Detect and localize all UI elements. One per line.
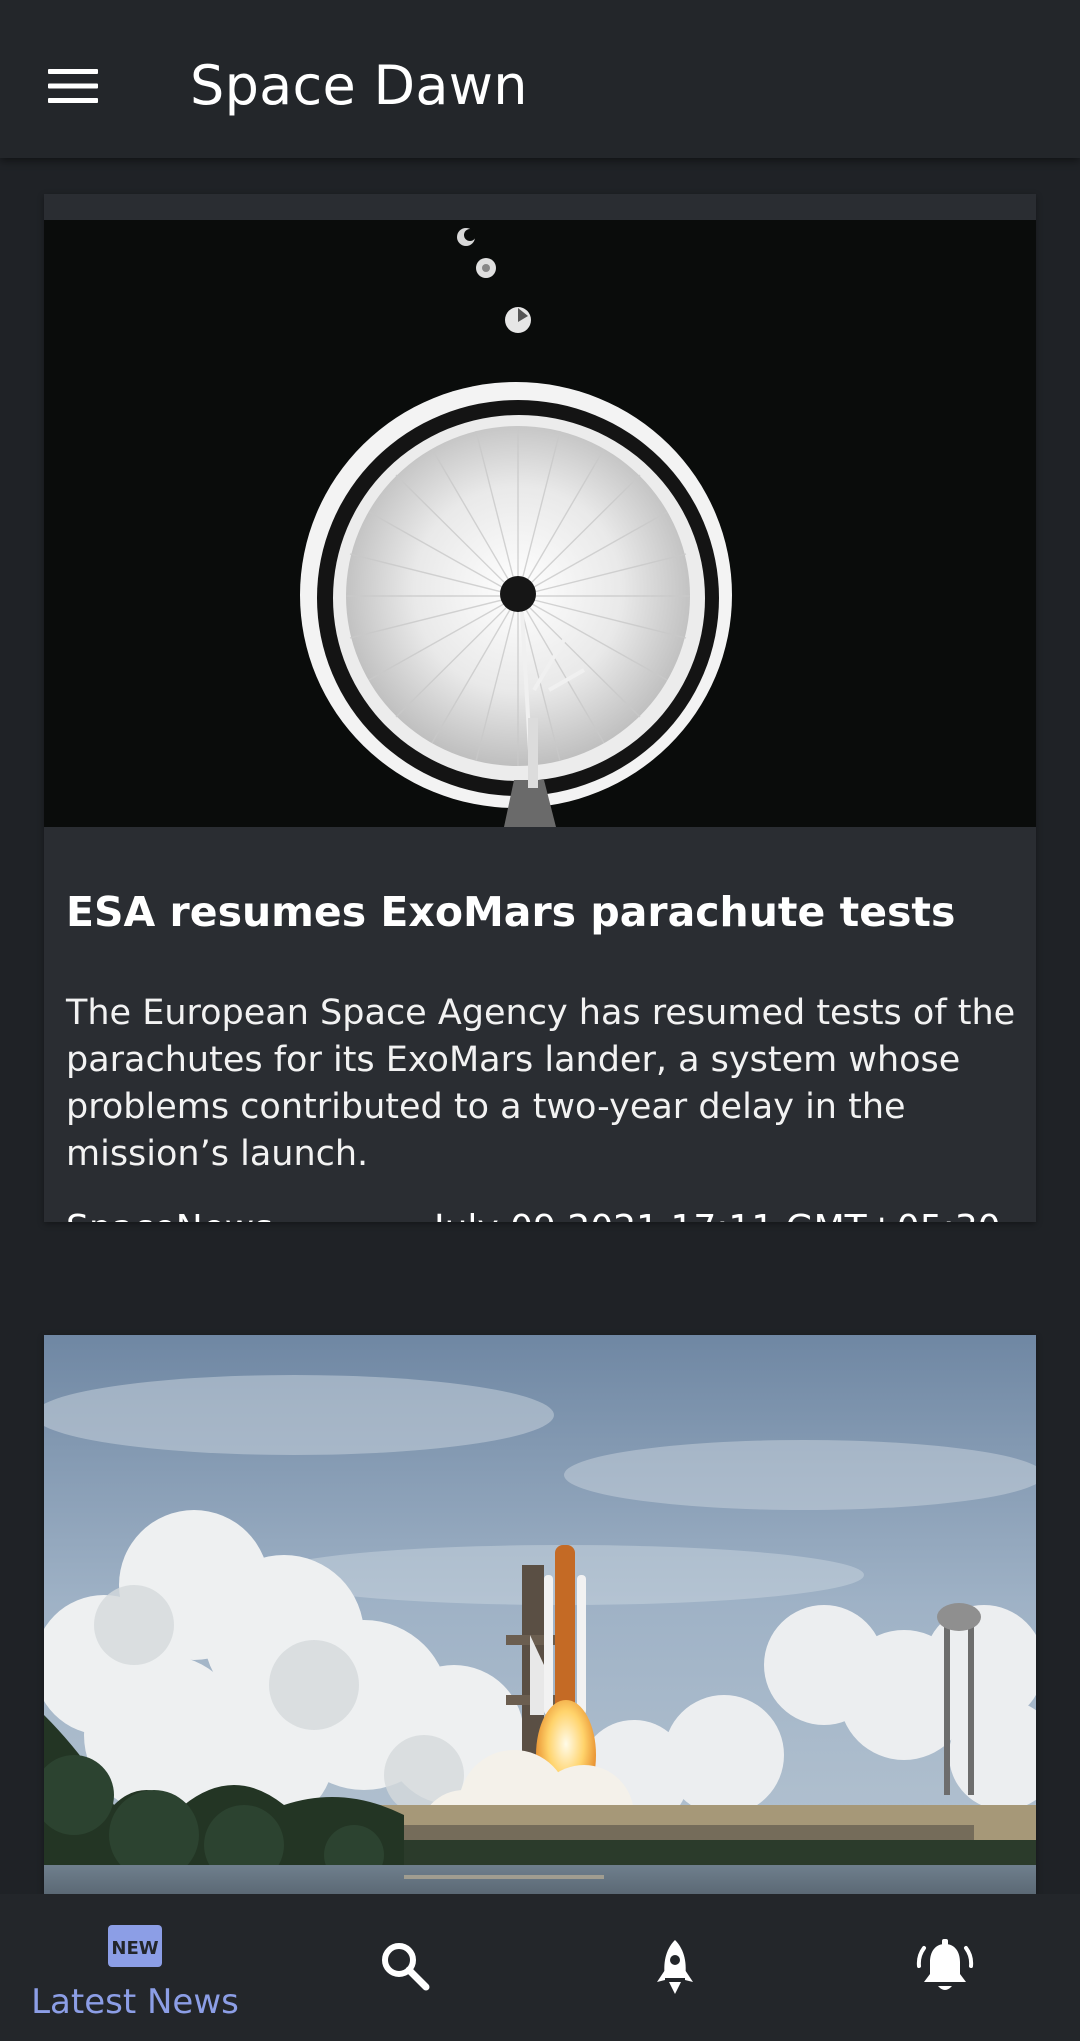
search-icon <box>382 1943 430 1991</box>
shuttle-launch-image <box>44 1335 1036 1894</box>
news-card[interactable] <box>44 1335 1036 1894</box>
nav-item-latest-news[interactable]: NEW Latest News <box>0 1894 270 2041</box>
nav-label-latest-news: Latest News <box>31 1982 239 2022</box>
app-title: Space Dawn <box>190 54 528 117</box>
rocket-icon <box>657 1940 693 1994</box>
top-app-bar: Space Dawn <box>0 0 1080 158</box>
article-description: The European Space Agency has resumed te… <box>66 993 1016 1174</box>
news-feed[interactable]: ESA resumes ExoMars parachute tests The … <box>0 158 1080 1894</box>
alarm-bell-icon <box>916 1939 974 1990</box>
nav-item-alarms[interactable] <box>810 1894 1080 2041</box>
article-source: SpaceNews <box>66 1206 273 1222</box>
app-root: Space Dawn ESA resumes ExoMars parachute… <box>0 0 1080 2041</box>
nav-item-launches[interactable] <box>540 1894 810 2041</box>
menu-button[interactable] <box>30 43 116 129</box>
parachute-test-image <box>44 220 1036 827</box>
article-title[interactable]: ESA resumes ExoMars parachute tests <box>66 886 1016 938</box>
nav-item-search[interactable] <box>270 1894 540 2041</box>
menu-icon <box>48 69 98 103</box>
article-date: July 09,2021 17:11 GMT+05:30 <box>434 1206 1001 1222</box>
svg-text:NEW: NEW <box>111 1938 158 1959</box>
news-card[interactable]: ESA resumes ExoMars parachute tests The … <box>44 194 1036 1222</box>
new-badge-icon: NEW <box>108 1925 162 1967</box>
bottom-navigation: NEW Latest News <box>0 1894 1080 2041</box>
